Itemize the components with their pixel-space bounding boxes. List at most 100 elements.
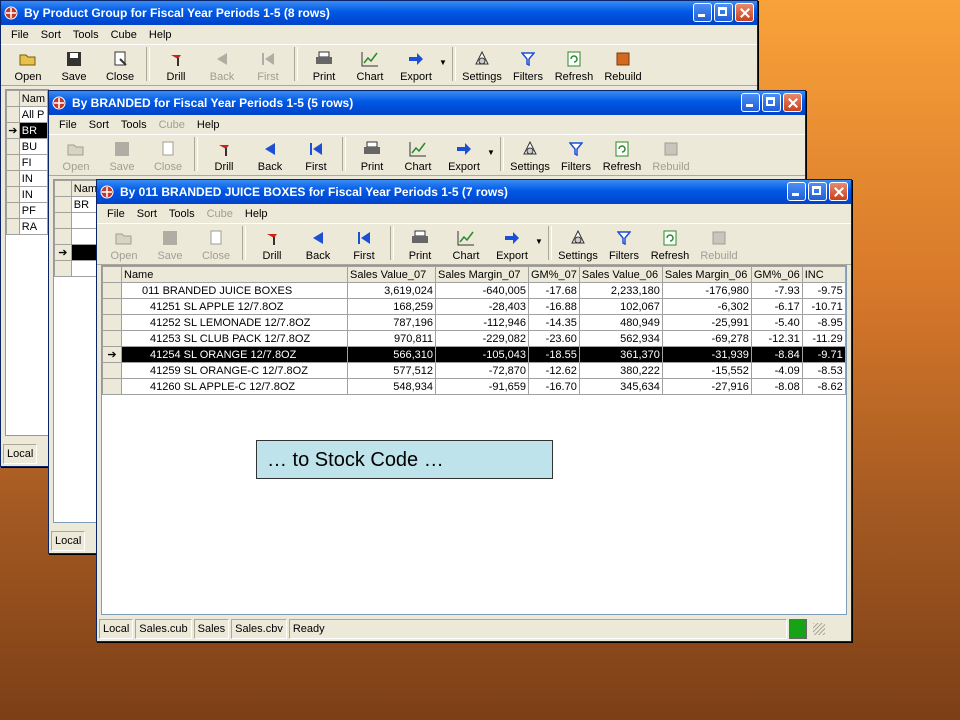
first-button[interactable]: First bbox=[293, 140, 339, 173]
title-bar[interactable]: By 011 BRANDED JUICE BOXES for Fiscal Ye… bbox=[97, 180, 851, 204]
chart-button[interactable]: Chart bbox=[347, 50, 393, 83]
maximize-button[interactable] bbox=[762, 93, 781, 112]
table-row[interactable]: 41253 SL CLUB PACK 12/7.8OZ 970,811 -229… bbox=[102, 330, 846, 347]
save-button[interactable]: Save bbox=[147, 229, 193, 262]
table-row[interactable]: BR bbox=[54, 196, 100, 213]
menu-file[interactable]: File bbox=[53, 119, 83, 131]
column-header-gm-06[interactable]: GM%_06 bbox=[750, 266, 803, 283]
close-doc-button[interactable]: Close bbox=[145, 140, 191, 173]
maximize-button[interactable] bbox=[714, 3, 733, 22]
table-row[interactable]: 41260 SL APPLE-C 12/7.8OZ 548,934 -91,65… bbox=[102, 378, 846, 395]
column-header-sales-margin-06[interactable]: Sales Margin_06 bbox=[661, 266, 752, 283]
print-button[interactable]: Print bbox=[349, 140, 395, 173]
refresh-button[interactable]: Refresh bbox=[551, 50, 597, 83]
grid-table: Name Sales Value_07 Sales Margin_07 GM%_… bbox=[102, 266, 846, 395]
column-header-gm-07[interactable]: GM%_07 bbox=[528, 266, 580, 283]
export-button[interactable]: Export bbox=[393, 50, 439, 83]
export-button[interactable]: Export bbox=[489, 229, 535, 262]
column-header-inc[interactable]: INC bbox=[801, 266, 846, 283]
resize-grip-icon[interactable] bbox=[812, 623, 825, 635]
table-row[interactable]: 011 BRANDED JUICE BOXES 3,619,024 -640,0… bbox=[102, 282, 846, 299]
open-button[interactable]: Open bbox=[5, 50, 51, 83]
chart-button[interactable]: Chart bbox=[443, 229, 489, 262]
back-button[interactable]: Back bbox=[199, 50, 245, 83]
filters-button[interactable]: Filters bbox=[553, 140, 599, 173]
drill-button[interactable]: Drill bbox=[153, 50, 199, 83]
export-dropdown-icon[interactable]: ▼ bbox=[535, 237, 545, 246]
table-row[interactable]: 41251 SL APPLE 12/7.8OZ 168,259 -28,403 … bbox=[102, 298, 846, 315]
menu-help[interactable]: Help bbox=[239, 208, 274, 220]
settings-button[interactable]: Settings bbox=[459, 50, 505, 83]
menu-tools[interactable]: Tools bbox=[67, 29, 105, 41]
table-row[interactable]: BU bbox=[6, 138, 48, 155]
column-header-sales-value-06[interactable]: Sales Value_06 bbox=[578, 266, 663, 283]
menu-help[interactable]: Help bbox=[191, 119, 226, 131]
minimize-button[interactable] bbox=[693, 3, 712, 22]
menu-sort[interactable]: Sort bbox=[35, 29, 67, 41]
close-doc-button[interactable]: Close bbox=[97, 50, 143, 83]
menu-file[interactable]: File bbox=[5, 29, 35, 41]
back-button[interactable]: Back bbox=[247, 140, 293, 173]
rebuild-button[interactable]: Rebuild bbox=[597, 50, 649, 83]
settings-button[interactable]: Settings bbox=[507, 140, 553, 173]
menu-sort[interactable]: Sort bbox=[131, 208, 163, 220]
table-row[interactable]: RA bbox=[6, 218, 48, 235]
drill-button[interactable]: Drill bbox=[201, 140, 247, 173]
column-header-sales-value-07[interactable]: Sales Value_07 bbox=[347, 266, 436, 283]
table-row[interactable]: All P bbox=[6, 106, 48, 123]
refresh-button[interactable]: Refresh bbox=[599, 140, 645, 173]
table-row-selected[interactable]: ➔ bbox=[54, 244, 100, 261]
export-dropdown-icon[interactable]: ▼ bbox=[487, 148, 497, 157]
drill-button[interactable]: Drill bbox=[249, 229, 295, 262]
first-button[interactable]: First bbox=[341, 229, 387, 262]
chart-button[interactable]: Chart bbox=[395, 140, 441, 173]
close-button[interactable] bbox=[735, 3, 754, 22]
close-button[interactable] bbox=[783, 93, 802, 112]
table-row[interactable]: 41259 SL ORANGE-C 12/7.8OZ 577,512 -72,8… bbox=[102, 362, 846, 379]
rebuild-button[interactable]: Rebuild bbox=[693, 229, 745, 262]
back-button[interactable]: Back bbox=[295, 229, 341, 262]
open-button[interactable]: Open bbox=[53, 140, 99, 173]
export-dropdown-icon[interactable]: ▼ bbox=[439, 58, 449, 67]
table-row[interactable]: FI bbox=[6, 154, 48, 171]
title-bar[interactable]: By Product Group for Fiscal Year Periods… bbox=[1, 1, 757, 25]
table-row[interactable]: IN bbox=[6, 186, 48, 203]
refresh-button[interactable]: Refresh bbox=[647, 229, 693, 262]
close-doc-button[interactable]: Close bbox=[193, 229, 239, 262]
menu-file[interactable]: File bbox=[101, 208, 131, 220]
table-row-selected[interactable]: ➔ 41254 SL ORANGE 12/7.8OZ 566,310 -105,… bbox=[102, 346, 846, 363]
menu-sort[interactable]: Sort bbox=[83, 119, 115, 131]
open-button[interactable]: Open bbox=[101, 229, 147, 262]
settings-button[interactable]: Settings bbox=[555, 229, 601, 262]
save-button[interactable]: Save bbox=[99, 140, 145, 173]
menu-cube[interactable]: Cube bbox=[153, 119, 191, 131]
menu-help[interactable]: Help bbox=[143, 29, 178, 41]
close-button[interactable] bbox=[829, 182, 848, 201]
minimize-button[interactable] bbox=[741, 93, 760, 112]
menu-cube[interactable]: Cube bbox=[201, 208, 239, 220]
table-row[interactable]: IN bbox=[6, 170, 48, 187]
menu-tools[interactable]: Tools bbox=[163, 208, 201, 220]
save-button[interactable]: Save bbox=[51, 50, 97, 83]
minimize-button[interactable] bbox=[787, 182, 806, 201]
menu-cube[interactable]: Cube bbox=[105, 29, 143, 41]
filters-button[interactable]: Filters bbox=[505, 50, 551, 83]
print-button[interactable]: Print bbox=[301, 50, 347, 83]
filters-button[interactable]: Filters bbox=[601, 229, 647, 262]
print-button[interactable]: Print bbox=[397, 229, 443, 262]
column-header-sales-margin-07[interactable]: Sales Margin_07 bbox=[435, 266, 529, 283]
column-header-name[interactable]: Name bbox=[121, 266, 348, 283]
table-row[interactable]: PF bbox=[6, 202, 48, 219]
export-button[interactable]: Export bbox=[441, 140, 487, 173]
first-button[interactable]: First bbox=[245, 50, 291, 83]
table-row[interactable]: 41252 SL LEMONADE 12/7.8OZ 787,196 -112,… bbox=[102, 314, 846, 331]
maximize-button[interactable] bbox=[808, 182, 827, 201]
title-bar[interactable]: By BRANDED for Fiscal Year Periods 1-5 (… bbox=[49, 91, 805, 115]
table-row[interactable] bbox=[54, 228, 100, 245]
menu-tools[interactable]: Tools bbox=[115, 119, 153, 131]
table-row[interactable] bbox=[54, 212, 100, 229]
table-row-selected[interactable]: ➔ BR bbox=[6, 122, 48, 139]
table-row[interactable] bbox=[54, 260, 100, 277]
column-header-name[interactable]: Nam bbox=[18, 90, 48, 107]
rebuild-button[interactable]: Rebuild bbox=[645, 140, 697, 173]
